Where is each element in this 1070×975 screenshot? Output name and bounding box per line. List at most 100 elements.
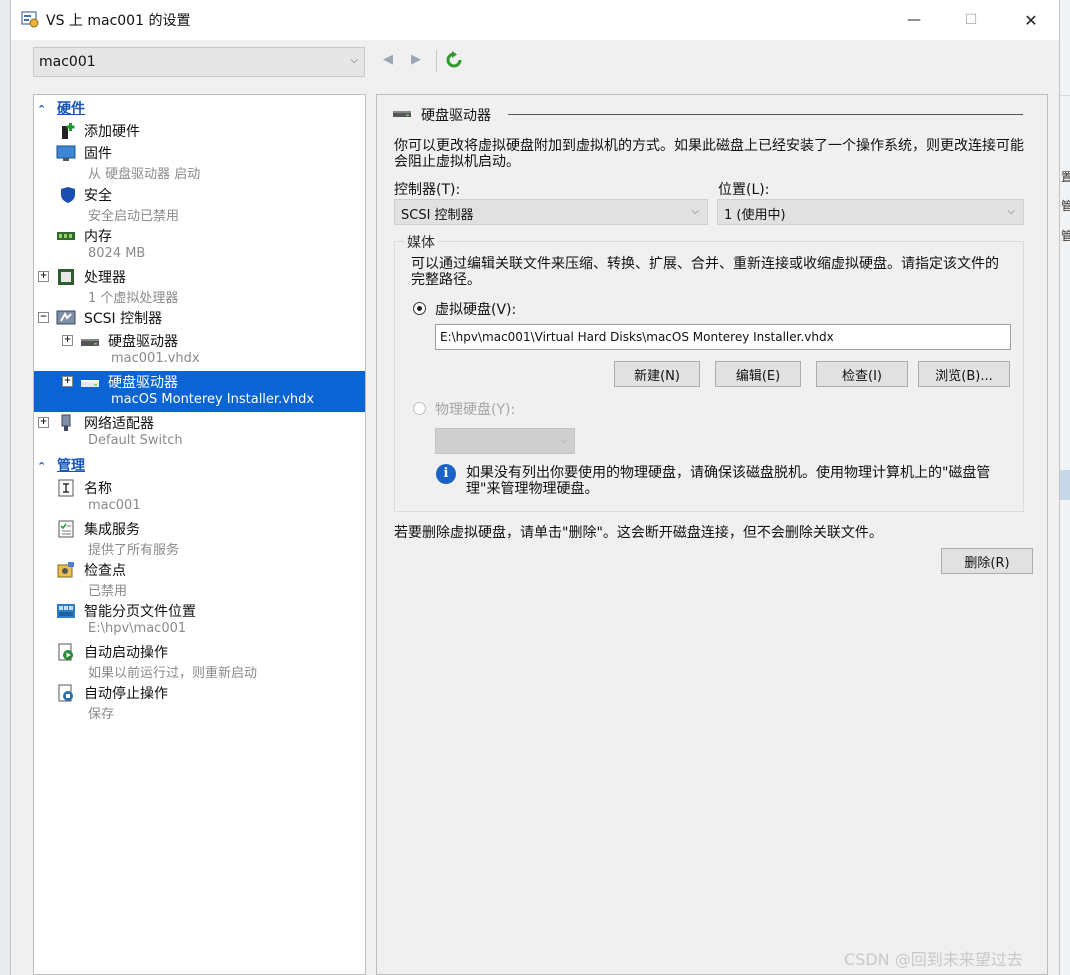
browse-button[interactable]: 浏览(B)...	[918, 361, 1010, 387]
tree-item-detail: mac001.vhdx	[111, 351, 200, 366]
tree-item-label: 自动停止操作	[84, 686, 168, 702]
media-group-label: 媒体	[405, 232, 437, 252]
tree-item-label: 固件	[84, 146, 112, 162]
tree-item-label: 集成服务	[84, 522, 140, 538]
physical-disk-radio[interactable]	[413, 402, 426, 415]
tree-item-detail: Default Switch	[88, 433, 183, 448]
vm-select-value: mac001	[39, 54, 96, 70]
chevron-down-icon: ⌵	[1007, 206, 1015, 217]
collapse-icon: ⌃	[37, 103, 47, 116]
expand-icon[interactable]: +	[62, 376, 73, 387]
inspect-button[interactable]: 检查(I)	[816, 361, 908, 387]
tree-item-name[interactable]: 名称 mac001	[34, 477, 365, 518]
tree-item-label: 添加硬件	[84, 124, 140, 140]
settings-window: VS 上 mac001 的设置 — ☐ ✕ mac001 ⌵ ◀ ▶ ⌃ 硬件 添…	[10, 0, 1060, 975]
tree-item-label: 内存	[84, 229, 112, 245]
hardware-section-header[interactable]: ⌃ 硬件	[37, 98, 85, 118]
settings-tree[interactable]: ⌃ 硬件 添加硬件 固件 从 硬盘驱动器 启动 安全 安全启动已禁用 内存 802…	[33, 94, 366, 975]
smart-paging-icon	[57, 604, 75, 618]
tree-item-label: 智能分页文件位置	[84, 604, 196, 620]
tree-item-auto-stop[interactable]: 自动停止操作 保存	[34, 682, 365, 723]
panel-title: 硬盘驱动器	[421, 108, 491, 124]
integration-services-icon	[58, 520, 74, 538]
controller-dropdown[interactable]: SCSI 控制器 ⌵	[394, 199, 708, 225]
tree-item-detail: 已禁用	[88, 584, 128, 599]
remove-instructions: 若要删除虚拟硬盘，请单击"删除"。这会断开磁盘连接，但不会删除关联文件。	[394, 525, 883, 541]
scsi-controller-icon	[56, 310, 76, 325]
shield-icon	[61, 187, 75, 203]
media-description: 可以通过编辑关联文件来压缩、转换、扩展、合并、重新连接或收缩虚拟硬盘。请指定该文…	[411, 256, 999, 288]
physical-disk-dropdown[interactable]: ⌵	[435, 428, 575, 454]
virtual-disk-label: 虚拟硬盘(V):	[435, 302, 517, 318]
refresh-icon[interactable]	[445, 51, 463, 69]
tree-item-detail: 如果以前运行过，则重新启动	[88, 666, 258, 681]
back-button[interactable]: ◀	[383, 52, 393, 67]
tree-item-detail: mac001	[88, 498, 141, 513]
tree-item-checkpoints[interactable]: 检查点 已禁用	[34, 559, 365, 600]
virtual-disk-radio[interactable]	[413, 302, 426, 315]
tree-item-integration-services[interactable]: 集成服务 提供了所有服务	[34, 518, 365, 559]
expand-icon[interactable]: +	[38, 271, 49, 282]
tree-item-label: 自动启动操作	[84, 645, 168, 661]
tree-item-label: 名称	[84, 481, 112, 497]
remove-button[interactable]: 删除(R)	[941, 548, 1033, 574]
management-section-header[interactable]: ⌃ 管理	[37, 455, 85, 475]
tree-item-processor[interactable]: + 处理器 1 个虚拟处理器	[34, 266, 365, 307]
expand-icon[interactable]: +	[38, 417, 49, 428]
tree-item-auto-start[interactable]: 自动启动操作 如果以前运行过，则重新启动	[34, 641, 365, 682]
tree-item-detail: 保存	[88, 707, 115, 722]
new-button[interactable]: 新建(N)	[614, 361, 700, 387]
tree-item-label: SCSI 控制器	[84, 311, 163, 327]
minimize-button[interactable]: —	[884, 0, 944, 40]
background-text: 置	[1061, 168, 1070, 185]
vhd-path-value: E:\hpv\mac001\Virtual Hard Disks\macOS M…	[440, 330, 834, 344]
hard-drive-icon	[81, 339, 99, 346]
background-selection	[1059, 470, 1070, 500]
tree-item-detail: 8024 MB	[88, 246, 146, 261]
expand-icon[interactable]: +	[62, 335, 73, 346]
tree-item-hard-drive-1[interactable]: + 硬盘驱动器 mac001.vhdx	[34, 330, 365, 371]
tree-item-hard-drive-2[interactable]: + 硬盘驱动器 macOS Monterey Installer.vhdx	[34, 371, 365, 412]
tree-item-detail: macOS Monterey Installer.vhdx	[111, 392, 315, 407]
network-adapter-icon	[61, 414, 71, 431]
controller-value: SCSI 控制器	[401, 208, 474, 223]
title-bar[interactable]: VS 上 mac001 的设置 — ☐ ✕	[11, 0, 1059, 40]
forward-button[interactable]: ▶	[411, 52, 421, 67]
close-button[interactable]: ✕	[1001, 0, 1061, 40]
tree-item-label: 网络适配器	[84, 416, 154, 432]
toolbar-separator	[436, 50, 437, 72]
tree-item-firmware[interactable]: 固件 从 硬盘驱动器 启动	[34, 142, 365, 183]
tree-item-detail: 提供了所有服务	[88, 543, 180, 558]
collapse-icon: ⌃	[37, 460, 47, 473]
tree-item-detail: 从 硬盘驱动器 启动	[88, 167, 201, 182]
add-hardware-icon	[62, 123, 75, 139]
media-group: 媒体 可以通过编辑关联文件来压缩、转换、扩展、合并、重新连接或收缩虚拟硬盘。请指…	[394, 232, 1024, 512]
info-icon: i	[436, 464, 456, 484]
hard-drive-icon	[81, 380, 99, 387]
maximize-button[interactable]: ☐	[941, 0, 1001, 40]
panel-description: 你可以更改将虚拟硬盘附加到虚拟机的方式。如果此磁盘上已经安装了一个操作系统，则更…	[394, 138, 1024, 170]
tree-item-label: 硬盘驱动器	[108, 334, 178, 350]
chevron-down-icon: ⌵	[691, 206, 699, 217]
collapse-icon[interactable]: −	[38, 312, 49, 323]
tree-item-security[interactable]: 安全 安全启动已禁用	[34, 184, 365, 225]
location-dropdown[interactable]: 1 (使用中) ⌵	[717, 199, 1024, 225]
checkpoint-icon	[57, 562, 74, 578]
background-text: 管	[1061, 227, 1070, 244]
background-text: 管	[1061, 197, 1070, 214]
tree-item-detail: 安全启动已禁用	[88, 209, 180, 224]
tree-item-label: 安全	[84, 188, 112, 204]
controller-label: 控制器(T):	[394, 182, 461, 198]
title-divider	[508, 114, 1023, 115]
tree-item-network-adapter[interactable]: + 网络适配器 Default Switch	[34, 412, 365, 453]
edit-button[interactable]: 编辑(E)	[715, 361, 801, 387]
vm-select[interactable]: mac001 ⌵	[33, 47, 365, 77]
tree-item-detail: E:\hpv\mac001	[88, 621, 187, 636]
tree-item-label: 检查点	[84, 563, 126, 579]
vhd-path-input[interactable]: E:\hpv\mac001\Virtual Hard Disks\macOS M…	[435, 324, 1011, 350]
chevron-down-icon: ⌵	[350, 55, 358, 66]
tree-item-smart-paging[interactable]: 智能分页文件位置 E:\hpv\mac001	[34, 600, 365, 641]
hard-drive-icon	[393, 111, 411, 117]
tree-item-memory[interactable]: 内存 8024 MB	[34, 225, 365, 266]
physical-disk-info-text: 如果没有列出你要使用的物理硬盘，请确保该磁盘脱机。使用物理计算机上的"磁盘管理"…	[466, 465, 991, 497]
